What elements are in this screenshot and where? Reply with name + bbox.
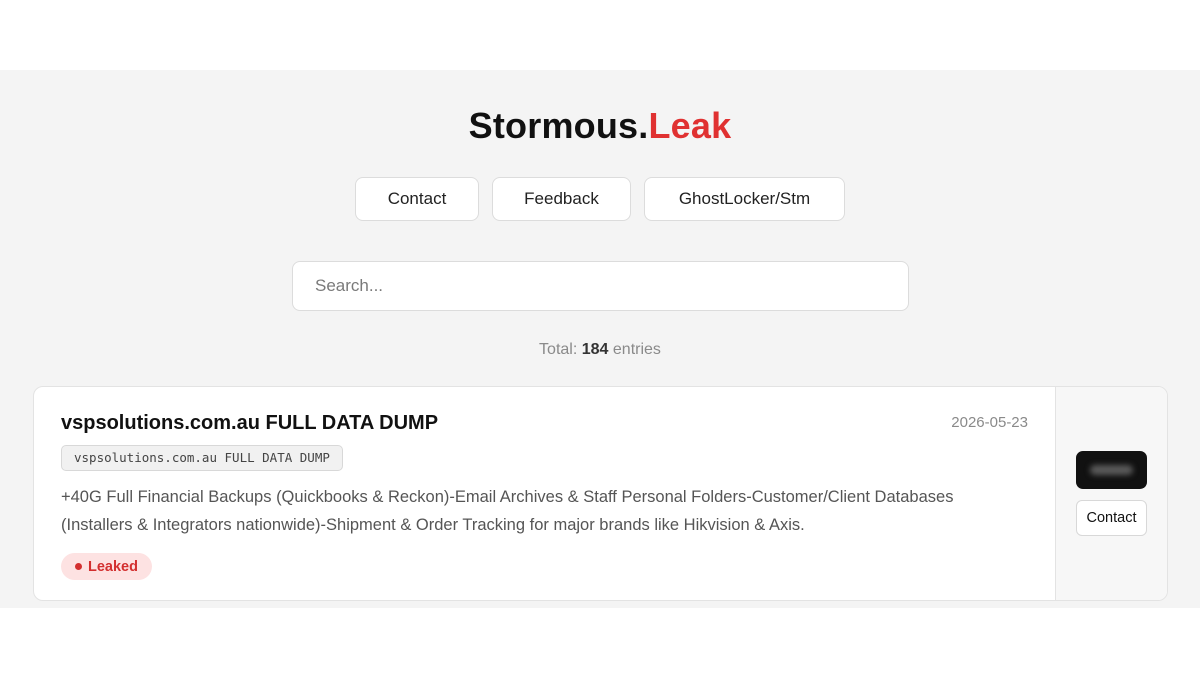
- total-suffix: entries: [612, 341, 661, 358]
- status-label: Leaked: [88, 558, 138, 575]
- search-container: [292, 261, 909, 311]
- site-title-accent: Leak: [648, 105, 732, 146]
- status-badge: Leaked: [61, 553, 152, 580]
- entry-date: 2026-05-23: [951, 414, 1028, 431]
- total-entries: Total: 184 entries: [0, 341, 1200, 359]
- status-dot-icon: [75, 563, 82, 570]
- blurred-price-badge: [1076, 451, 1147, 489]
- entry-card: vspsolutions.com.au FULL DATA DUMP 2026-…: [33, 386, 1168, 601]
- site-title: Stormous.Leak: [0, 104, 1200, 148]
- feedback-button[interactable]: Feedback: [492, 177, 631, 221]
- entry-card-side: Contact: [1055, 387, 1167, 600]
- top-nav: Contact Feedback GhostLocker/Stm: [0, 177, 1200, 221]
- total-prefix: Total:: [539, 341, 578, 358]
- entry-card-main: vspsolutions.com.au FULL DATA DUMP 2026-…: [34, 387, 1055, 600]
- entry-description: +40G Full Financial Backups (Quickbooks …: [61, 488, 954, 534]
- entry-title[interactable]: vspsolutions.com.au FULL DATA DUMP: [61, 411, 1028, 435]
- total-count: 184: [581, 341, 609, 358]
- site-title-main: Stormous.: [468, 105, 649, 146]
- entry-contact-button[interactable]: Contact: [1076, 500, 1147, 536]
- ghostlocker-button[interactable]: GhostLocker/Stm: [644, 177, 845, 221]
- search-input[interactable]: [292, 261, 909, 311]
- entry-code-tag: vspsolutions.com.au FULL DATA DUMP: [61, 445, 343, 471]
- contact-button[interactable]: Contact: [355, 177, 479, 221]
